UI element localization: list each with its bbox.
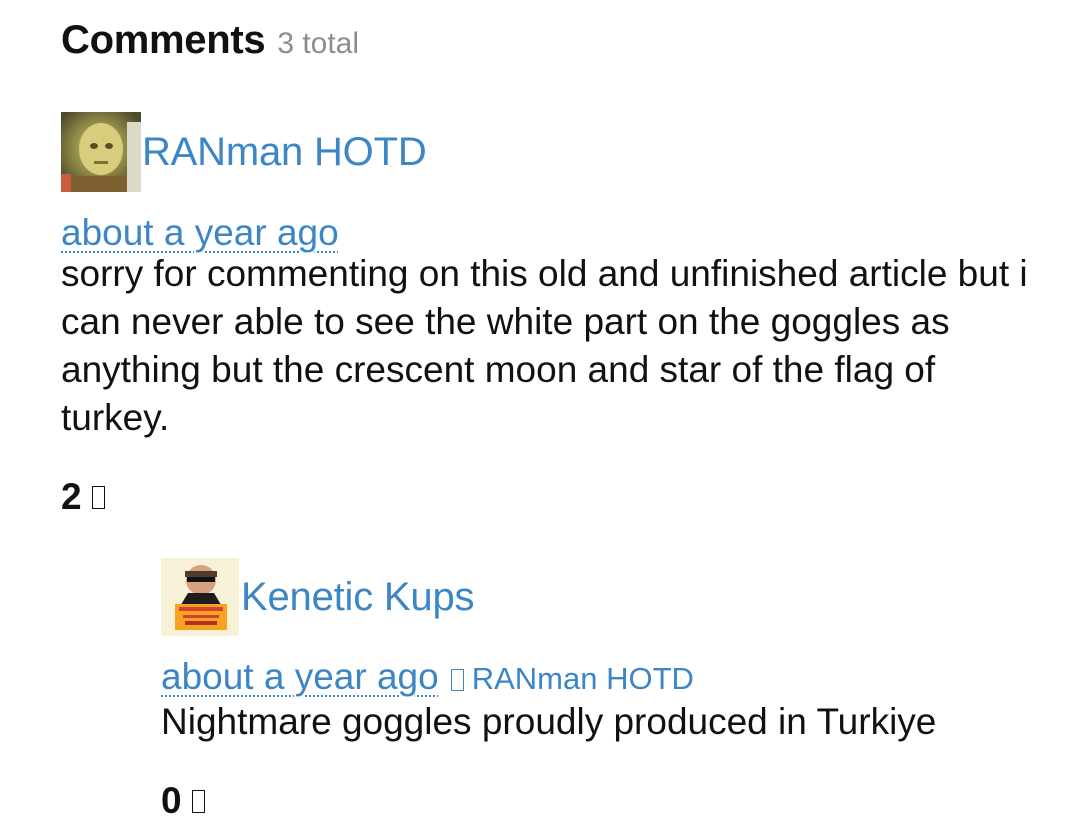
comment-timestamp[interactable]: about a year ago bbox=[161, 656, 439, 698]
vote-row: 0 bbox=[161, 780, 1041, 822]
comments-count: 3 total bbox=[277, 27, 360, 60]
comment-author-row: Kenetic Kups bbox=[161, 558, 1041, 636]
avatar-image bbox=[161, 558, 239, 636]
vote-count: 0 bbox=[161, 780, 182, 821]
reply-to-user[interactable]: RANman HOTD bbox=[472, 661, 694, 697]
avatar[interactable] bbox=[61, 112, 141, 192]
reply-icon bbox=[450, 669, 464, 691]
vote-icon[interactable] bbox=[191, 789, 205, 813]
comment-body: Nightmare goggles proudly produced in Tu… bbox=[161, 701, 937, 742]
comment-meta: about a year ago bbox=[61, 212, 1041, 254]
author-name[interactable]: Kenetic Kups bbox=[241, 575, 475, 620]
comments-title: Comments bbox=[61, 18, 266, 62]
comment-reply: Kenetic Kups about a year ago RANman HOT… bbox=[161, 558, 1041, 822]
comments-header: Comments 3 total bbox=[61, 18, 359, 63]
comment-timestamp[interactable]: about a year ago bbox=[61, 212, 339, 254]
vote-row: 2 bbox=[61, 476, 1041, 518]
author-name[interactable]: RANman HOTD bbox=[142, 130, 427, 175]
avatar[interactable] bbox=[161, 558, 239, 636]
avatar-image bbox=[61, 112, 141, 192]
vote-count: 2 bbox=[61, 476, 82, 517]
comment-meta: about a year ago RANman HOTD bbox=[161, 656, 1041, 698]
comment: RANman HOTD about a year ago sorry for c… bbox=[61, 112, 1041, 518]
vote-icon[interactable] bbox=[91, 485, 105, 509]
comment-author-row: RANman HOTD bbox=[61, 112, 1041, 192]
comment-body: sorry for commenting on this old and unf… bbox=[61, 253, 1028, 438]
